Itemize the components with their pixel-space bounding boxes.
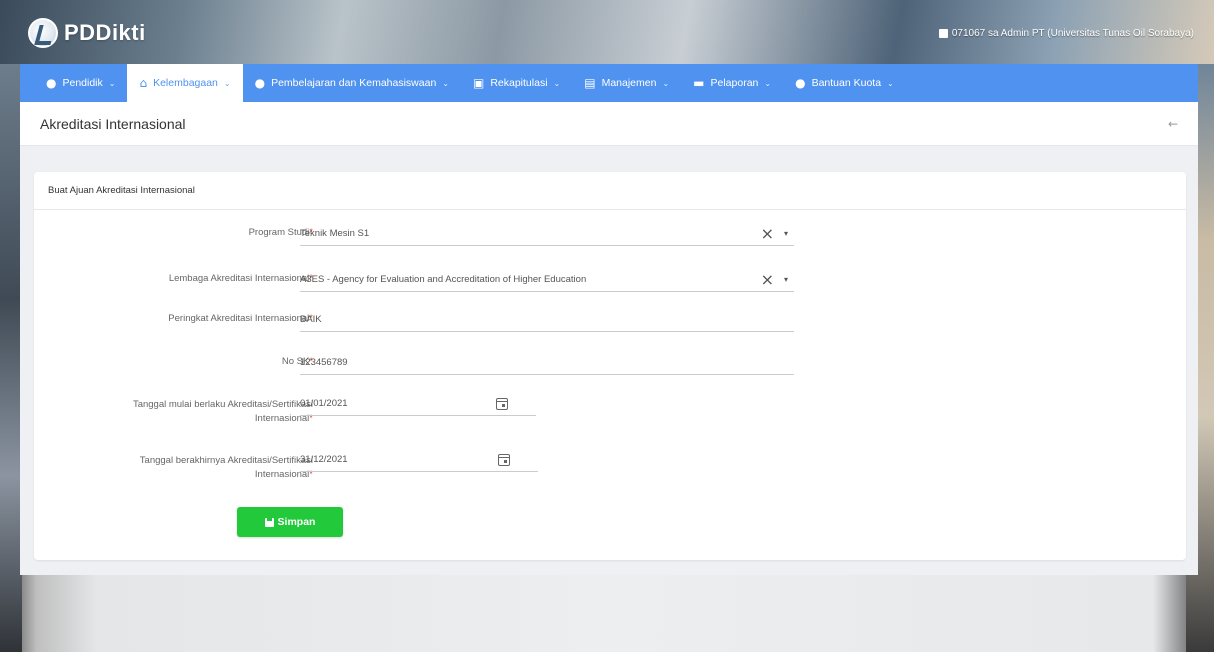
clear-icon[interactable]: × [761,225,774,242]
field-label: Program Studi* [73,226,313,240]
field-label: Peringkat Akreditasi Internasional* [73,312,313,326]
card-title: Buat Ajuan Akreditasi Internasional [34,172,1186,210]
user-circle-icon: ● [795,76,806,90]
nav-item-pembelajaran[interactable]: ● Pembelajaran dan Kemahasiswaan ⌄ [243,64,461,102]
label-text: Tanggal mulai berlaku Akreditasi/Sertifi… [132,399,313,410]
floppy-disk-icon [264,517,274,527]
logo-icon [28,18,58,48]
user-info-text: 071067 sa Admin PT (Universitas Tunas Oi… [951,28,1194,39]
save-button-label: Simpan [277,516,316,528]
chevron-down-icon: ⌄ [553,78,561,88]
nav-item-label: Rekapitulasi [490,77,548,89]
label-text: Lembaga Akreditasi Internasional [168,273,310,284]
field-label: Lembaga Akreditasi Internasional* [73,272,313,286]
main-nav: ● Pendidik ⌄ ⌂ Kelembagaan ⌄ ● Pembelaja… [20,64,1198,102]
select-actions: × ▾ [761,271,794,288]
input-value: 123456789 [300,357,348,368]
calendar-icon[interactable] [496,397,508,410]
page-title: Akreditasi Internasional [40,115,186,132]
form-card: Buat Ajuan Akreditasi Internasional Prog… [34,172,1186,560]
document-icon: ▤ [584,76,596,90]
select-actions: × ▾ [761,225,794,242]
user-circle-icon: ● [46,76,57,90]
app-logo[interactable]: PDDikti [28,18,146,48]
label-text: Peringkat Akreditasi Internasional [168,313,310,324]
nav-item-bantuan-kuota[interactable]: ● Bantuan Kuota ⌄ [783,64,906,102]
nav-item-kelembagaan[interactable]: ⌂ Kelembagaan ⌄ [127,64,243,102]
field-label: Tanggal berakhirnya Akreditasi/Sertifika… [73,454,313,482]
label-text: Tanggal berakhirnya Akreditasi/Sertifika… [139,455,313,466]
chevron-down-icon: ⌄ [887,78,894,88]
input-value: BAIK [300,314,322,325]
no-sk-input[interactable]: 123456789 [300,351,794,375]
lembaga-akreditasi-select[interactable]: A3ES - Agency for Evaluation and Accredi… [300,268,794,292]
page-title-bar: Akreditasi Internasional ← [20,102,1198,146]
select-value: A3ES - Agency for Evaluation and Accredi… [300,274,587,285]
field-label: Tanggal mulai berlaku Akreditasi/Sertifi… [73,398,313,426]
field-label: No SK* [73,355,313,369]
nav-item-label: Pendidik [62,77,103,89]
app-header: PDDikti 071067 sa Admin PT (Universitas … [20,10,1198,64]
calendar-icon[interactable] [498,453,510,466]
chart-icon: ▣ [472,76,485,90]
peringkat-input[interactable]: BAIK [300,308,794,332]
nav-item-rekapitulasi[interactable]: ▣ Rekapitulasi ⌄ [461,64,572,102]
user-info[interactable]: 071067 sa Admin PT (Universitas Tunas Oi… [938,28,1194,39]
tanggal-mulai-date-input[interactable]: 01/01/2021 [300,392,536,416]
nav-item-label: Bantuan Kuota [811,77,882,89]
chevron-down-icon[interactable]: ▾ [784,275,788,284]
user-icon [938,29,948,38]
logo-text: PDDikti [64,20,146,45]
input-value: 31/12/2021 [300,454,348,465]
nav-item-label: Pembelajaran dan Kemahasiswaan [271,77,437,89]
chevron-down-icon: ⌄ [662,78,670,88]
chevron-down-icon: ⌄ [442,78,449,88]
arrow-left-icon[interactable]: ← [1168,117,1178,131]
folder-icon: ▬ [693,76,705,90]
chevron-down-icon: ⌄ [223,78,231,88]
chevron-down-icon: ⌄ [108,78,116,88]
save-button[interactable]: Simpan [237,507,343,537]
chevron-down-icon[interactable]: ▾ [784,229,788,238]
chevron-down-icon: ⌄ [764,78,772,88]
nav-item-label: Kelembagaan [153,77,218,89]
nav-item-label: Manajemen [601,77,657,89]
page-bottom [0,575,1214,652]
user-circle-icon: ● [254,76,266,90]
input-value: 01/01/2021 [300,398,348,409]
institution-icon: ⌂ [139,76,148,90]
select-value: Teknik Mesin S1 [300,228,370,239]
tanggal-akhir-date-input[interactable]: 31/12/2021 [300,448,538,472]
nav-item-pendidik[interactable]: ● Pendidik ⌄ [34,64,127,102]
clear-icon[interactable]: × [761,271,774,288]
program-studi-select[interactable]: Teknik Mesin S1 × ▾ [300,222,794,246]
nav-item-pelaporan[interactable]: ▬ Pelaporan ⌄ [681,64,783,102]
nav-item-label: Pelaporan [710,77,759,89]
nav-item-manajemen[interactable]: ▤ Manajemen ⌄ [572,64,681,102]
background-edge-left [0,64,22,652]
